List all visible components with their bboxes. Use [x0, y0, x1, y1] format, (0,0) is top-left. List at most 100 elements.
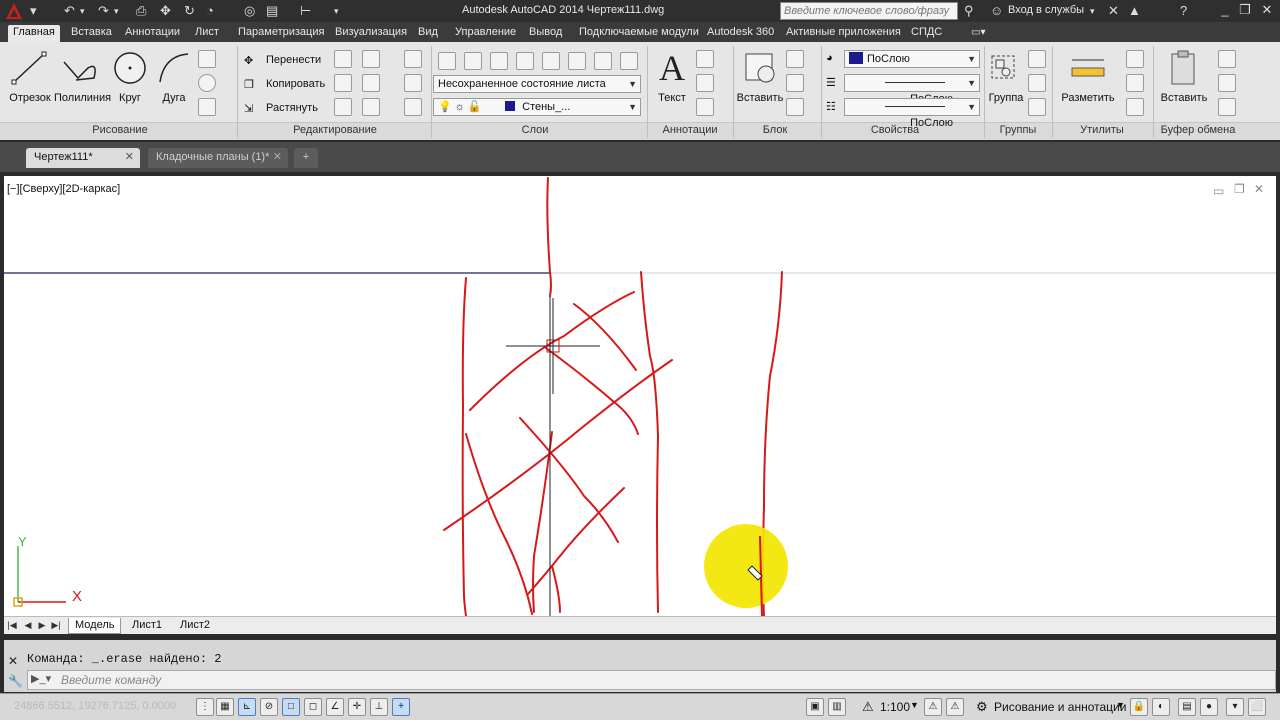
stretch-icon[interactable]: ⇲ — [244, 102, 253, 115]
scale-icon[interactable] — [334, 98, 352, 116]
doc-tab-active[interactable]: Чертеж111* ✕ — [26, 148, 140, 168]
close-tab-icon[interactable]: ✕ — [125, 148, 134, 166]
clean-screen-icon[interactable]: ● — [1200, 698, 1218, 716]
select-similar-icon[interactable] — [1126, 74, 1144, 92]
lock-ui-icon[interactable]: 🔒 — [1130, 698, 1148, 716]
color-dropdown[interactable]: ПоСлою ▼ — [844, 50, 980, 68]
layer-freeze-icon[interactable] — [516, 52, 534, 70]
hardware-acceleration-icon[interactable]: ▤ — [1178, 698, 1196, 716]
erase-icon[interactable] — [404, 50, 422, 68]
workspace-dropdown-icon[interactable]: ▼ — [1116, 700, 1125, 710]
tab-spds[interactable]: СПДС — [906, 25, 947, 42]
workspace-gear-icon[interactable]: ⚙ — [976, 699, 988, 715]
3d-osnap-icon[interactable]: ∠ — [326, 698, 344, 716]
move-button[interactable]: Перенести — [266, 54, 321, 66]
isolate-objects-icon[interactable]: ◐ — [1152, 698, 1170, 716]
prev-layout-icon[interactable]: ◀ — [22, 619, 34, 632]
undo-dropdown-icon[interactable]: ▾ — [80, 3, 85, 19]
tab-output[interactable]: Вывод — [524, 25, 567, 42]
group-tool-button[interactable]: Группа — [984, 48, 1028, 106]
lineweight-icon[interactable]: ☰ — [826, 76, 836, 89]
next-layout-icon[interactable]: ▶ — [36, 619, 48, 632]
current-layer-dropdown[interactable]: 💡 ☼ 🔓 Стены_... ▼ — [433, 98, 641, 116]
paste-special-icon[interactable] — [1218, 98, 1236, 116]
tab-parametric[interactable]: Параметризация — [233, 25, 329, 42]
linear-dimension-icon[interactable] — [696, 50, 714, 68]
annotation-scale-icon[interactable]: ⚠ — [862, 699, 874, 715]
group-edit-icon[interactable] — [1028, 74, 1046, 92]
first-layout-icon[interactable]: |◀ — [6, 619, 18, 632]
text-tool-button[interactable]: A Текст — [648, 48, 696, 106]
status-menu-icon[interactable]: ▾ — [1226, 698, 1244, 716]
object-snap-icon[interactable]: ◻ — [304, 698, 322, 716]
create-block-icon[interactable] — [786, 50, 804, 68]
redo-icon[interactable]: ↷ — [98, 3, 109, 19]
stretch-button[interactable]: Растянуть — [266, 102, 318, 114]
table-icon[interactable] — [696, 98, 714, 116]
polyline-tool-button[interactable]: Полилиния — [54, 48, 111, 106]
explode-icon[interactable] — [404, 74, 422, 92]
tab-annotate[interactable]: Аннотации — [120, 25, 185, 42]
cut-icon[interactable] — [1218, 50, 1236, 68]
layers-panel-title[interactable]: Слои — [490, 124, 580, 138]
plot-icon[interactable]: ⎙ — [136, 3, 146, 19]
snap-mode-icon[interactable]: ▦ — [216, 698, 234, 716]
dynamic-input-icon[interactable]: + — [392, 698, 410, 716]
autocad-logo-icon[interactable] — [4, 1, 24, 21]
command-prompt-icon[interactable]: ▶_▾ — [31, 672, 51, 685]
polar-tracking-icon[interactable]: □ — [282, 698, 300, 716]
measure-tool-button[interactable]: Разметить — [1060, 48, 1116, 106]
mirror-icon[interactable] — [334, 74, 352, 92]
tab-manage[interactable]: Управление — [450, 25, 521, 42]
fullscreen-icon[interactable]: ⬜ — [1248, 698, 1266, 716]
quick-select-icon[interactable] — [1126, 50, 1144, 68]
layer-walk-icon[interactable] — [620, 52, 638, 70]
object-snap-tracking-icon[interactable]: ✛ — [348, 698, 366, 716]
user-icon[interactable]: ☺ — [990, 3, 1003, 19]
array-icon[interactable] — [362, 98, 380, 116]
tab-featured-apps[interactable]: Активные приложения — [781, 25, 906, 42]
viewport-minimize-button[interactable]: ▭ — [1213, 184, 1224, 198]
calculator-icon[interactable] — [1126, 98, 1144, 116]
autodesk-360-icon[interactable]: ▲ — [1128, 3, 1141, 19]
layer-isolate-icon[interactable] — [490, 52, 508, 70]
customize-toolbar-icon[interactable]: ▾ — [334, 3, 339, 19]
quick-view-layouts-icon[interactable]: ▥ — [828, 698, 846, 716]
auto-scale-icon[interactable]: ⚠ — [946, 698, 964, 716]
help-icon[interactable]: ? — [1180, 3, 1187, 19]
tab-plugins[interactable]: Подключаемые модули — [574, 25, 704, 42]
infer-constraints-icon[interactable]: ⋮ — [196, 698, 214, 716]
tab-render[interactable]: Визуализация — [330, 25, 412, 42]
tab-layout[interactable]: Лист — [190, 25, 224, 42]
layout-tab-model[interactable]: Модель — [68, 618, 122, 634]
wrench-icon[interactable]: 🔧 — [8, 674, 23, 688]
ungroup-icon[interactable] — [1028, 50, 1046, 68]
annotation-visibility-icon[interactable]: ⚠ — [924, 698, 942, 716]
viewport-restore-button[interactable]: ❐ — [1234, 182, 1245, 196]
leader-icon[interactable] — [696, 74, 714, 92]
edit-attributes-icon[interactable] — [786, 98, 804, 116]
fillet-icon[interactable] — [362, 74, 380, 92]
tab-view[interactable]: Вид — [413, 25, 443, 42]
linetype-dropdown[interactable]: ПоСлою▼ — [844, 74, 980, 105]
lineweight-dropdown[interactable]: ПоСлою ▼ — [844, 98, 980, 129]
layout-tab-sheet1[interactable]: Лист1 — [126, 618, 168, 634]
trim-icon[interactable] — [362, 50, 380, 68]
dimension-icon[interactable]: ⊢ — [300, 3, 311, 19]
workspace-switch[interactable]: Рисование и аннотации — [994, 700, 1126, 714]
clipboard-panel-title[interactable]: Буфер обмена — [1160, 124, 1236, 138]
layer-match-icon[interactable] — [568, 52, 586, 70]
modify-panel-title[interactable]: Редактирование — [270, 124, 400, 138]
layer-previous-icon[interactable] — [594, 52, 612, 70]
viewport-close-button[interactable]: ✕ — [1254, 182, 1264, 196]
ellipse-icon[interactable] — [198, 74, 216, 92]
rotate-icon[interactable] — [334, 50, 352, 68]
exchange-icon[interactable]: ✕ — [1108, 3, 1119, 19]
close-button[interactable]: ✕ — [1258, 2, 1276, 18]
tab-autodesk-360[interactable]: Autodesk 360 — [702, 25, 779, 42]
maximize-button[interactable]: ❐ — [1236, 2, 1254, 18]
drawing-canvas[interactable]: Y X ▭ ❐ ✕ — [4, 176, 1276, 629]
utilities-panel-title[interactable]: Утилиты — [1062, 124, 1142, 138]
signin-dropdown-icon[interactable]: ▾ — [1090, 3, 1095, 19]
ortho-mode-icon[interactable]: ⊘ — [260, 698, 278, 716]
